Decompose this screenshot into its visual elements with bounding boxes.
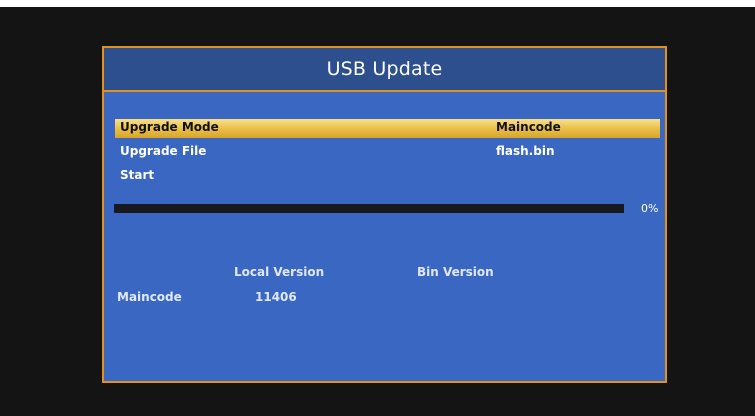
top-band: [0, 0, 755, 7]
dialog-title: USB Update: [326, 58, 443, 80]
menu-item-label: Upgrade File: [120, 144, 207, 158]
menu-item-start[interactable]: Start: [115, 167, 660, 186]
menu-item-value: Maincode: [496, 120, 561, 134]
menu-item-upgrade-mode[interactable]: Upgrade Mode Maincode: [115, 119, 660, 138]
usb-update-dialog: USB Update Upgrade Mode Maincode Upgrade…: [102, 46, 667, 383]
bin-version-header: Bin Version: [417, 265, 494, 279]
maincode-label: Maincode: [117, 290, 182, 304]
menu-item-value: flash.bin: [496, 144, 555, 158]
menu-item-label: Upgrade Mode: [120, 120, 219, 134]
maincode-local-version: 11406: [255, 290, 297, 304]
menu-item-upgrade-file[interactable]: Upgrade File flash.bin: [115, 143, 660, 162]
menu-item-label: Start: [120, 168, 155, 182]
dialog-header: USB Update: [104, 48, 665, 92]
local-version-header: Local Version: [234, 265, 325, 279]
progress-bar: [114, 204, 624, 213]
tv-screen: USB Update Upgrade Mode Maincode Upgrade…: [0, 0, 755, 416]
progress-percent: 0%: [641, 202, 659, 215]
